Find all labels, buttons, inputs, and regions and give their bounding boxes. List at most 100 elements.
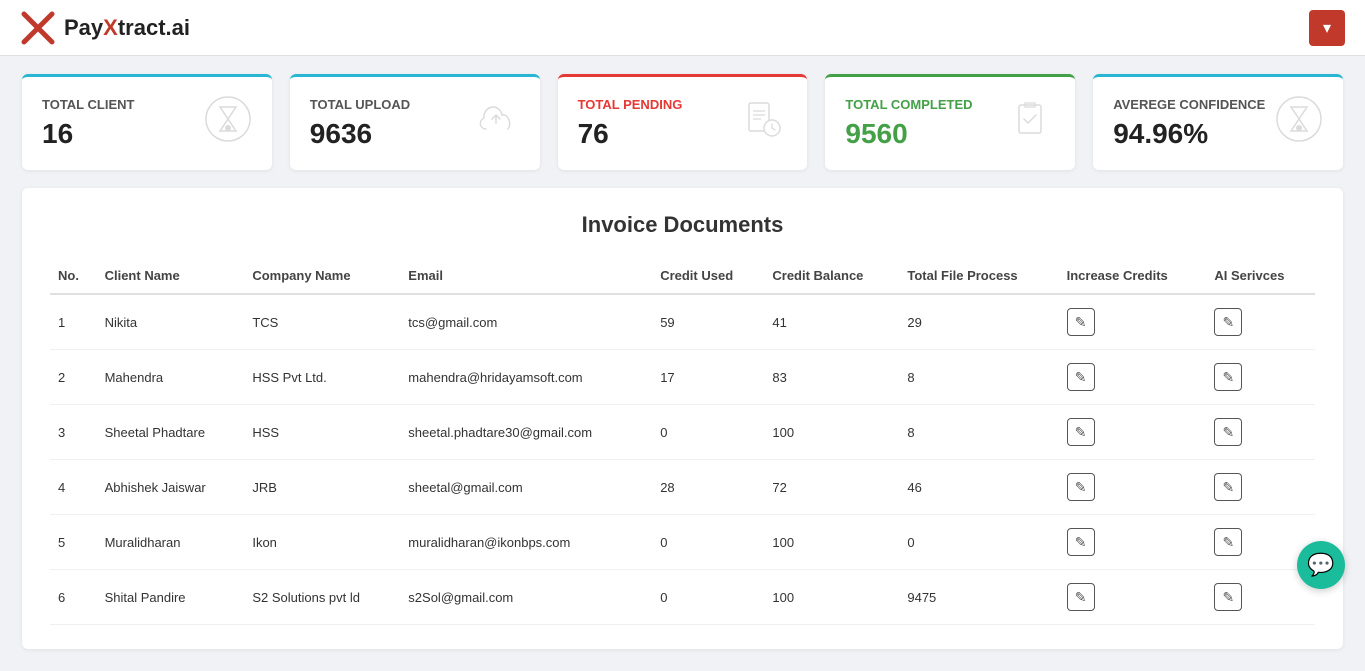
table-section: Invoice Documents No. Client Name Compan… — [22, 188, 1343, 649]
logo: PayXtract.ai — [20, 10, 190, 46]
increase-credits-icon[interactable]: ✎ — [1067, 583, 1095, 611]
cell-client: Muralidharan — [97, 515, 245, 570]
stat-value-total-completed: 9560 — [845, 118, 972, 150]
cell-no: 2 — [50, 350, 97, 405]
table-row: 6 Shital Pandire S2 Solutions pvt ld s2S… — [50, 570, 1315, 625]
stat-label-total-upload: TOTAL UPLOAD — [310, 97, 410, 112]
stat-label-total-completed: TOTAL COMPLETED — [845, 97, 972, 112]
ai-services-icon[interactable]: ✎ — [1214, 528, 1242, 556]
cell-total-file: 8 — [899, 405, 1058, 460]
cell-credit-used: 28 — [652, 460, 764, 515]
cell-increase-credits[interactable]: ✎ — [1059, 570, 1207, 625]
stat-card-total-pending: TOTAL PENDING 76 — [558, 74, 808, 170]
header-dropdown-button[interactable]: ▾ — [1309, 10, 1345, 46]
col-increase-credits: Increase Credits — [1059, 258, 1207, 294]
col-email: Email — [400, 258, 652, 294]
table-row: 3 Sheetal Phadtare HSS sheetal.phadtare3… — [50, 405, 1315, 460]
cell-no: 1 — [50, 294, 97, 350]
cell-ai-services[interactable]: ✎ — [1206, 570, 1315, 625]
increase-credits-icon[interactable]: ✎ — [1067, 308, 1095, 336]
stat-value-avg-confidence: 94.96% — [1113, 118, 1265, 150]
cell-no: 6 — [50, 570, 97, 625]
invoice-table: No. Client Name Company Name Email Credi… — [50, 258, 1315, 625]
increase-credits-icon[interactable]: ✎ — [1067, 363, 1095, 391]
table-title: Invoice Documents — [50, 212, 1315, 238]
cell-email: s2Sol@gmail.com — [400, 570, 652, 625]
cell-client: Sheetal Phadtare — [97, 405, 245, 460]
col-total-file: Total File Process — [899, 258, 1058, 294]
col-no: No. — [50, 258, 97, 294]
upload-cloud-icon — [472, 95, 520, 152]
cell-credit-balance: 83 — [764, 350, 899, 405]
cell-email: mahendra@hridayamsoft.com — [400, 350, 652, 405]
cell-email: muralidharan@ikonbps.com — [400, 515, 652, 570]
cell-total-file: 29 — [899, 294, 1058, 350]
stat-value-total-client: 16 — [42, 118, 134, 150]
ai-services-icon[interactable]: ✎ — [1214, 363, 1242, 391]
chat-bubble-button[interactable]: 💬 — [1297, 541, 1345, 589]
cell-credit-balance: 100 — [764, 515, 899, 570]
cell-email: tcs@gmail.com — [400, 294, 652, 350]
cell-email: sheetal@gmail.com — [400, 460, 652, 515]
stat-info-total-completed: TOTAL COMPLETED 9560 — [845, 97, 972, 150]
cell-no: 3 — [50, 405, 97, 460]
cell-company: HSS — [244, 405, 400, 460]
cell-increase-credits[interactable]: ✎ — [1059, 405, 1207, 460]
stat-card-total-client: TOTAL CLIENT 16 — [22, 74, 272, 170]
cell-total-file: 8 — [899, 350, 1058, 405]
cell-increase-credits[interactable]: ✎ — [1059, 460, 1207, 515]
ai-services-icon[interactable]: ✎ — [1214, 418, 1242, 446]
cell-client: Shital Pandire — [97, 570, 245, 625]
stat-value-total-upload: 9636 — [310, 118, 410, 150]
cell-credit-used: 17 — [652, 350, 764, 405]
cell-increase-credits[interactable]: ✎ — [1059, 350, 1207, 405]
cell-total-file: 9475 — [899, 570, 1058, 625]
col-client-name: Client Name — [97, 258, 245, 294]
table-row: 1 Nikita TCS tcs@gmail.com 59 41 29 ✎ ✎ — [50, 294, 1315, 350]
cell-increase-credits[interactable]: ✎ — [1059, 294, 1207, 350]
main-content: Invoice Documents No. Client Name Compan… — [0, 188, 1365, 671]
increase-credits-icon[interactable]: ✎ — [1067, 418, 1095, 446]
cell-company: S2 Solutions pvt ld — [244, 570, 400, 625]
increase-credits-icon[interactable]: ✎ — [1067, 528, 1095, 556]
col-company-name: Company Name — [244, 258, 400, 294]
cell-client: Abhishek Jaiswar — [97, 460, 245, 515]
header: PayXtract.ai ▾ — [0, 0, 1365, 56]
stat-value-total-pending: 76 — [578, 118, 683, 150]
stat-card-total-completed: TOTAL COMPLETED 9560 — [825, 74, 1075, 170]
cell-credit-used: 0 — [652, 570, 764, 625]
cell-ai-services[interactable]: ✎ — [1206, 460, 1315, 515]
stat-info-avg-confidence: AVEREGE CONFIDENCE 94.96% — [1113, 97, 1265, 150]
clipboard-check-icon — [1007, 95, 1055, 152]
document-clock-icon — [739, 95, 787, 152]
stat-info-total-client: TOTAL CLIENT 16 — [42, 97, 134, 150]
ai-services-icon[interactable]: ✎ — [1214, 583, 1242, 611]
col-credit-used: Credit Used — [652, 258, 764, 294]
increase-credits-icon[interactable]: ✎ — [1067, 473, 1095, 501]
cell-ai-services[interactable]: ✎ — [1206, 350, 1315, 405]
hourglass-icon — [204, 95, 252, 152]
cell-total-file: 46 — [899, 460, 1058, 515]
logo-text: PayXtract.ai — [64, 15, 190, 41]
stat-card-total-upload: TOTAL UPLOAD 9636 — [290, 74, 540, 170]
cell-credit-balance: 41 — [764, 294, 899, 350]
cell-no: 5 — [50, 515, 97, 570]
col-ai-services: AI Serivces — [1206, 258, 1315, 294]
cell-company: TCS — [244, 294, 400, 350]
stat-label-total-client: TOTAL CLIENT — [42, 97, 134, 112]
stat-card-avg-confidence: AVEREGE CONFIDENCE 94.96% — [1093, 74, 1343, 170]
cell-ai-services[interactable]: ✎ — [1206, 405, 1315, 460]
ai-services-icon[interactable]: ✎ — [1214, 308, 1242, 336]
cell-total-file: 0 — [899, 515, 1058, 570]
cell-credit-used: 0 — [652, 515, 764, 570]
cell-increase-credits[interactable]: ✎ — [1059, 515, 1207, 570]
cell-client: Nikita — [97, 294, 245, 350]
ai-services-icon[interactable]: ✎ — [1214, 473, 1242, 501]
cell-ai-services[interactable]: ✎ — [1206, 294, 1315, 350]
cell-credit-used: 59 — [652, 294, 764, 350]
col-credit-balance: Credit Balance — [764, 258, 899, 294]
cell-email: sheetal.phadtare30@gmail.com — [400, 405, 652, 460]
cell-credit-balance: 72 — [764, 460, 899, 515]
logo-icon — [20, 10, 56, 46]
cell-company: HSS Pvt Ltd. — [244, 350, 400, 405]
